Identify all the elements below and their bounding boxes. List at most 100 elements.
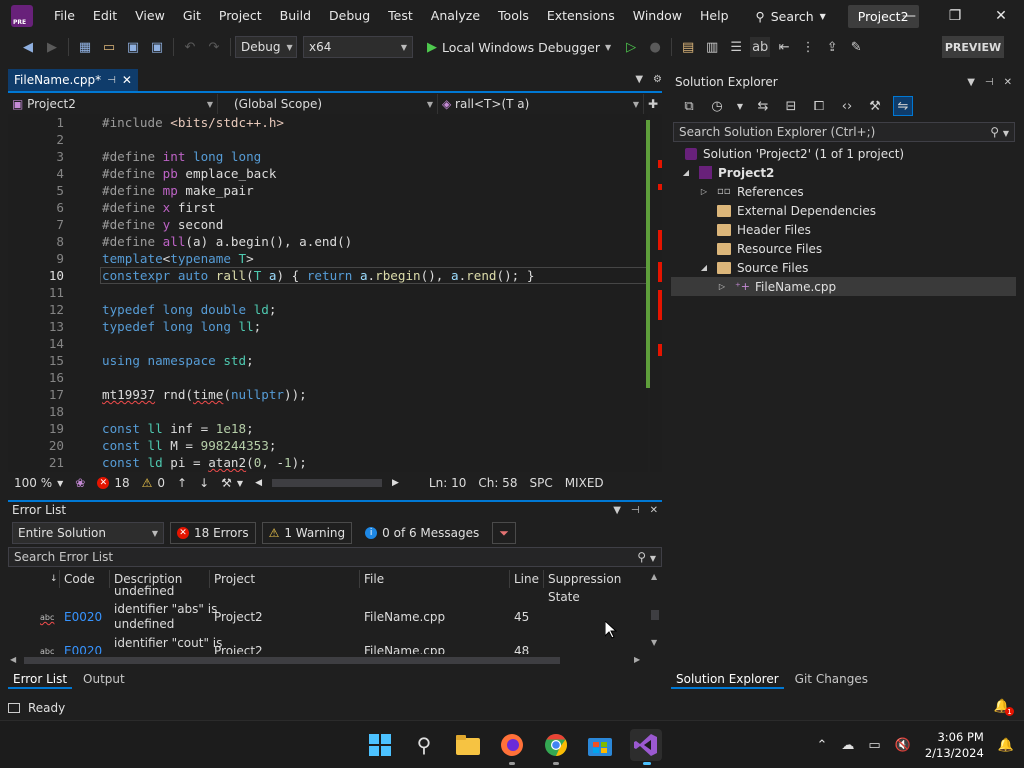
hot-reload-icon[interactable]: ● [645, 37, 665, 57]
search-icon[interactable]: ⚲ [410, 731, 438, 759]
column-header-project[interactable]: Project [210, 570, 360, 588]
document-tab-filename-cpp[interactable]: FileName.cpp* ⊣ ✕ [8, 69, 138, 91]
pin-icon[interactable]: ⊣ [107, 75, 116, 86]
preview-selected-icon[interactable]: ⇋ [893, 96, 913, 116]
whitespace-status[interactable]: SPC [523, 476, 558, 490]
open-folder-icon[interactable]: ▭ [99, 37, 119, 57]
menu-item-build[interactable]: Build [271, 0, 320, 32]
project-scope-select[interactable]: ▣ Project2 ▼ [8, 94, 218, 114]
close-window-button[interactable]: ✕ [978, 0, 1024, 32]
close-icon[interactable]: ✕ [650, 505, 658, 516]
visual-studio-preview-icon[interactable] [630, 729, 662, 765]
split-icon[interactable]: ✚ [644, 97, 662, 111]
previous-issue-icon[interactable]: ↑ [171, 476, 193, 490]
menu-item-help[interactable]: Help [691, 0, 738, 32]
menu-item-view[interactable]: View [126, 0, 174, 32]
live-share-icon[interactable]: ⇪ [822, 37, 842, 57]
collapse-all-icon[interactable]: ⊟ [781, 96, 801, 116]
view-code-icon[interactable]: ‹› [837, 96, 857, 116]
member-select[interactable]: ◈ rall<T>(T a) ▼ [438, 94, 644, 114]
tree-node-filename-cpp[interactable]: ▷ ⁺+ FileName.cpp [671, 277, 1016, 296]
pin-icon[interactable]: ⊣ [631, 505, 640, 516]
zoom-select[interactable]: 100 % ▼ [8, 476, 69, 490]
preview-button[interactable]: PREVIEW [942, 36, 1004, 58]
menu-item-window[interactable]: Window [624, 0, 691, 32]
error-list-vertical-scrollbar[interactable]: ▲ ▼ [648, 570, 662, 654]
platform-select[interactable]: x64 ▼ [303, 36, 413, 58]
configuration-select[interactable]: Debug ▼ [235, 36, 297, 58]
file-explorer-icon[interactable] [454, 731, 482, 759]
tree-node-external-dependencies[interactable]: External Dependencies [717, 201, 876, 220]
error-list-horizontal-scrollbar[interactable]: ◀ ▶ [8, 654, 648, 666]
dropdown-icon[interactable]: ▼ [967, 77, 975, 88]
column-header-code[interactable]: Code [60, 570, 110, 588]
settings-gear-icon[interactable]: ⚙ [653, 74, 662, 85]
solution-folder-icon[interactable]: ▤ [678, 37, 698, 57]
menu-item-edit[interactable]: Edit [84, 0, 126, 32]
column-header-suppression-state[interactable]: Suppression State [544, 570, 648, 604]
next-issue-icon[interactable]: ↓ [193, 476, 215, 490]
messages-filter-button[interactable]: i0 of 6 Messages [358, 522, 486, 544]
error-list-search-input[interactable]: Search Error List ⚲ ▼ [8, 547, 662, 567]
tab-solution-explorer[interactable]: Solution Explorer [671, 669, 784, 689]
properties-wrench-icon[interactable]: ⚒ [865, 96, 885, 116]
menu-item-analyze[interactable]: Analyze [422, 0, 489, 32]
error-code-link[interactable]: E0020 [64, 610, 102, 624]
save-icon[interactable]: ▣ [123, 37, 143, 57]
network-icon[interactable]: ▭ [868, 738, 880, 753]
line-number-status[interactable]: Ln: 10 [423, 476, 472, 490]
forward-icon[interactable]: ▶ [42, 37, 62, 57]
microsoft-store-icon[interactable] [586, 731, 614, 759]
close-tab-icon[interactable]: ✕ [122, 73, 132, 87]
tree-node-source-files[interactable]: ◢ Source Files [699, 258, 808, 277]
firefox-icon[interactable] [498, 731, 526, 765]
comment-icon[interactable]: ☰ [726, 37, 746, 57]
cloud-offline-icon[interactable]: ☁ [841, 738, 854, 753]
history-icon[interactable]: ◷ [707, 96, 727, 116]
tab-list-dropdown-icon[interactable]: ▼ [635, 74, 643, 85]
chevron-down-icon[interactable]: ▼ [735, 96, 745, 116]
warnings-filter-button[interactable]: ⚠ 1 Warning [261, 522, 353, 544]
tab-git-changes[interactable]: Git Changes [790, 669, 873, 689]
switch-views-icon[interactable]: ⧉ [679, 96, 699, 116]
tree-node-solution[interactable]: Solution 'Project2' (1 of 1 project) [685, 144, 904, 163]
notification-center-bell-icon[interactable]: 🔔 [998, 738, 1014, 753]
menu-item-tools[interactable]: Tools [489, 0, 538, 32]
tab-output[interactable]: Output [78, 669, 130, 689]
pin-icon[interactable]: ⊣ [985, 77, 994, 88]
show-hidden-icons-chevron-icon[interactable]: ⌃ [816, 738, 827, 753]
format-icon[interactable]: ⋮ [798, 37, 818, 57]
spell-check-icon[interactable]: ab [750, 37, 771, 57]
column-header-line[interactable]: Line [510, 570, 544, 588]
layout-icon[interactable]: ▥ [702, 37, 722, 57]
windows-start-icon[interactable] [366, 731, 394, 759]
breakpoint-icon[interactable]: ⇤ [774, 37, 794, 57]
chrome-icon[interactable] [542, 731, 570, 765]
filter-icon[interactable]: ⏷ [492, 522, 516, 544]
copilot-icon[interactable]: ❀ [69, 476, 91, 490]
error-count-indicator[interactable]: ✕ 18 [91, 476, 135, 490]
close-icon[interactable]: ✕ [1004, 77, 1012, 88]
start-debugging-button[interactable]: ▶ Local Windows Debugger ▼ [427, 40, 611, 55]
tab-error-list[interactable]: Error List [8, 669, 73, 689]
error-code-link[interactable]: E0020 [64, 644, 102, 654]
clock[interactable]: 3:06 PM 2/13/2024 [925, 729, 984, 761]
warning-count-indicator[interactable]: ⚠ 0 [136, 476, 171, 490]
menu-item-debug[interactable]: Debug [320, 0, 379, 32]
errors-filter-button[interactable]: ✕ 18 Errors [170, 522, 256, 544]
collapsed-arrow-icon[interactable]: ▷ [699, 187, 709, 196]
redo-icon[interactable]: ↷ [204, 37, 224, 57]
start-without-debugging-icon[interactable]: ▷ [621, 37, 641, 57]
expanded-arrow-icon[interactable]: ◢ [699, 263, 709, 272]
feedback-icon[interactable]: ✎ [846, 37, 866, 57]
collapsed-arrow-icon[interactable]: ▷ [717, 282, 727, 291]
menu-item-git[interactable]: Git [174, 0, 210, 32]
line-ending-status[interactable]: MIXED [559, 476, 610, 490]
tree-node-header-files[interactable]: Header Files [717, 220, 811, 239]
scroll-left-icon[interactable]: ◀ [249, 478, 268, 488]
tree-node-project[interactable]: ◢ Project2 [681, 163, 775, 182]
menu-item-test[interactable]: Test [379, 0, 422, 32]
global-scope-select[interactable]: (Global Scope) ▼ [218, 94, 438, 114]
save-all-icon[interactable]: ▣ [147, 37, 167, 57]
column-status[interactable]: Ch: 58 [472, 476, 523, 490]
